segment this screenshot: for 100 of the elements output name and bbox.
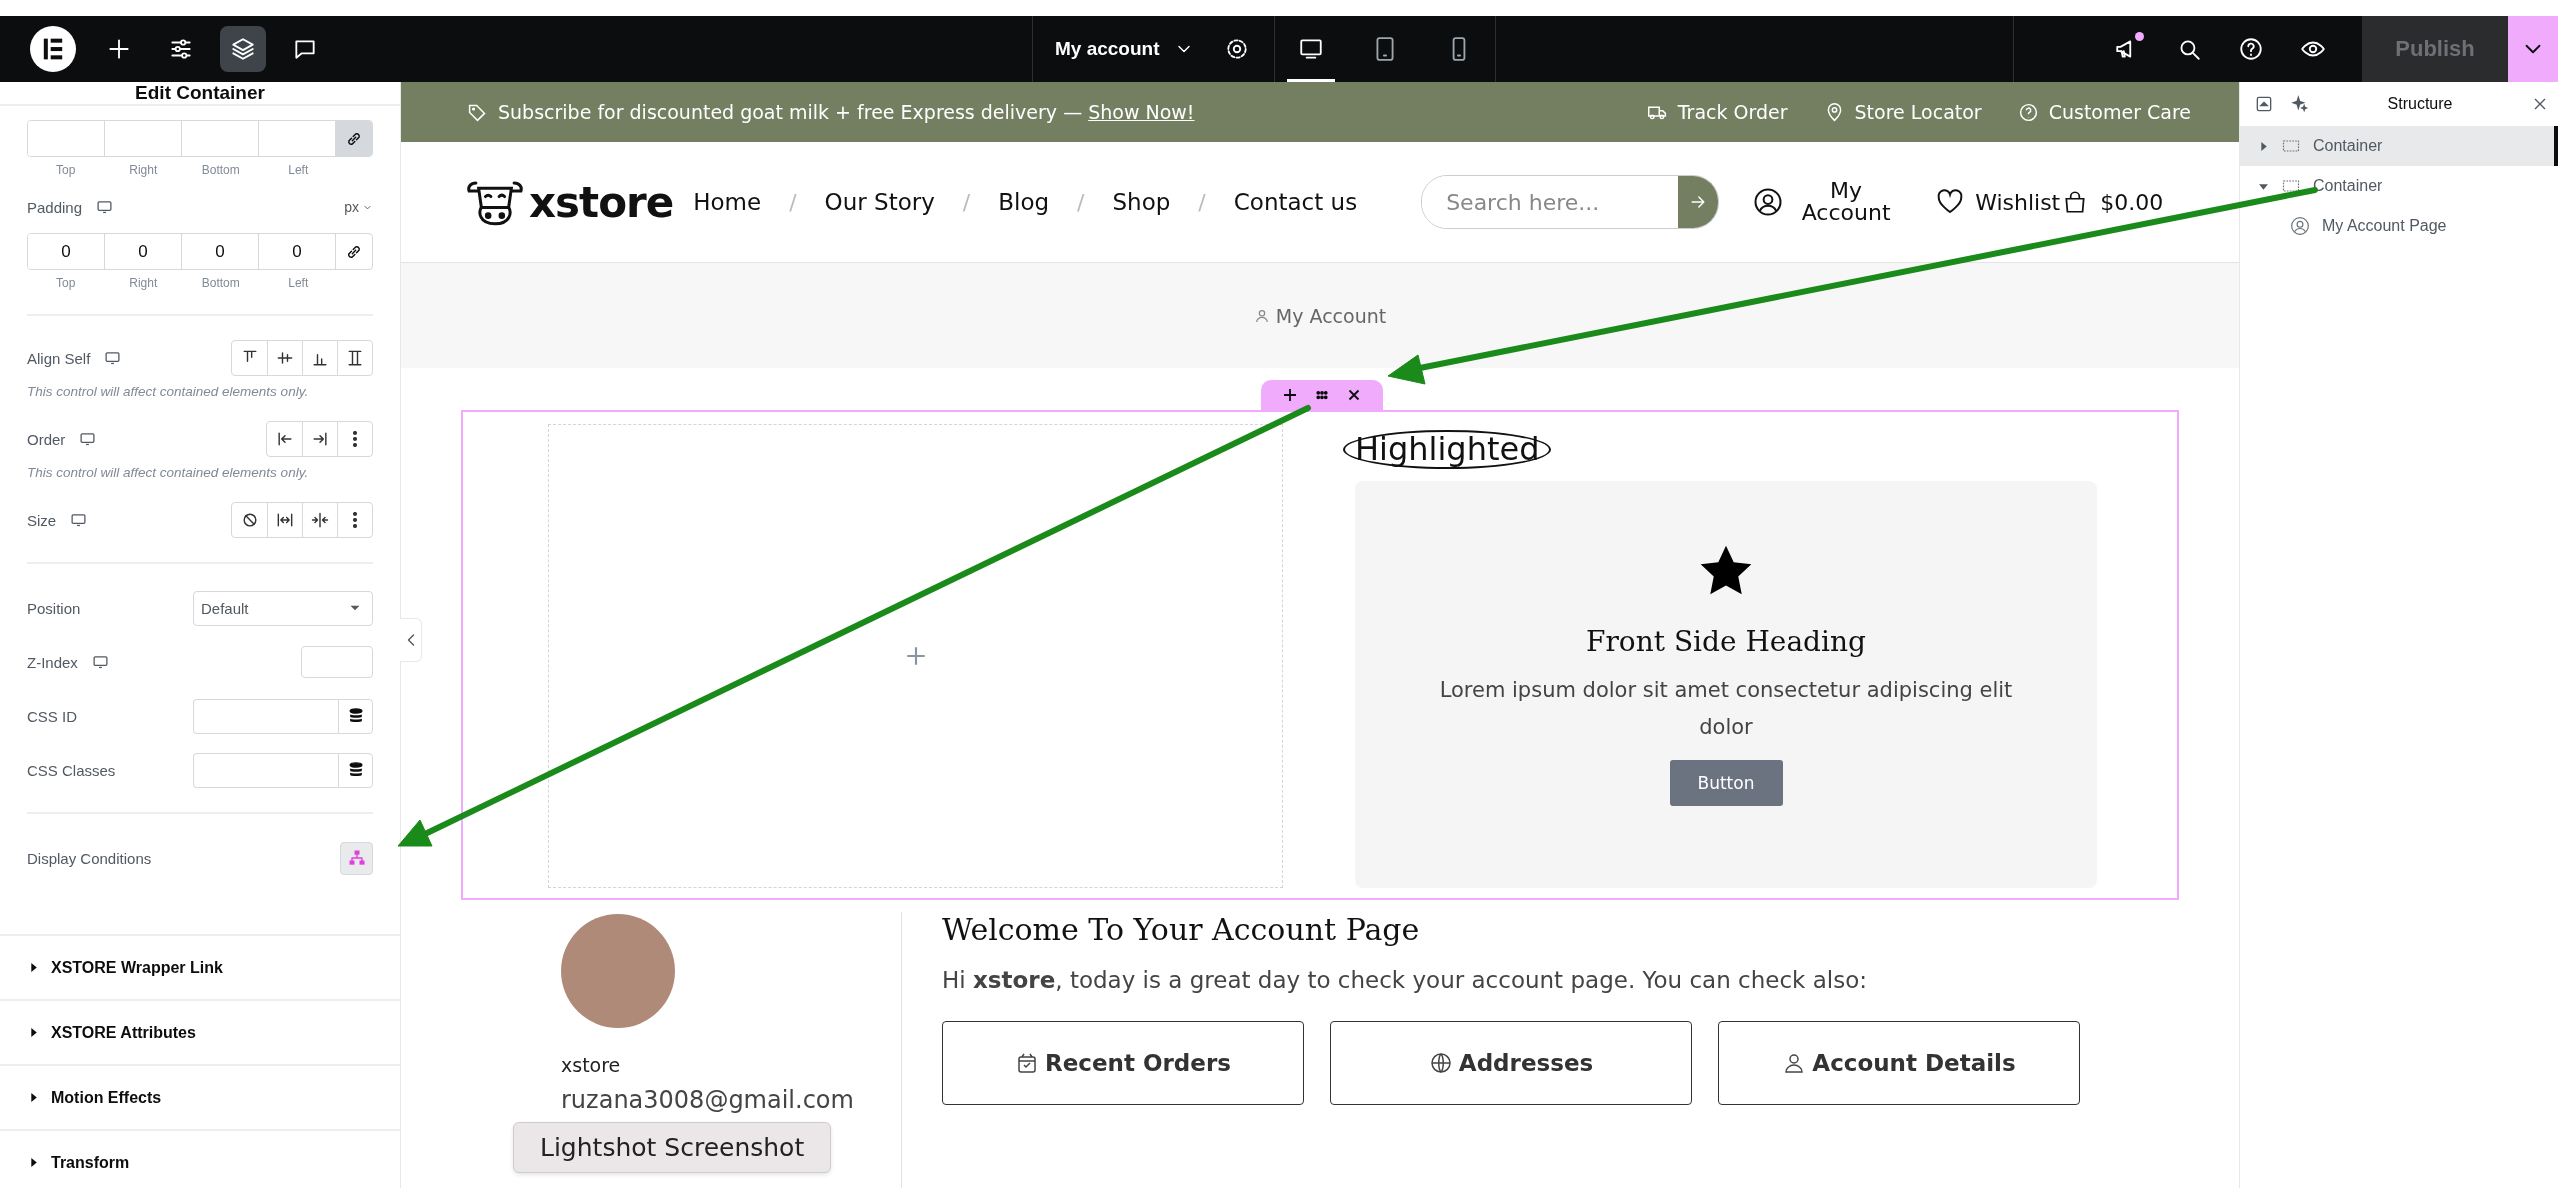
help-icon	[2238, 36, 2264, 62]
top-link[interactable]: Track Order	[1646, 101, 1788, 123]
panel-title: Edit Container	[0, 82, 400, 106]
desktop-icon	[1297, 36, 1324, 62]
nav-link[interactable]: Our Story	[824, 189, 935, 215]
search-submit-icon[interactable]	[1678, 176, 1719, 228]
control-label: Order	[27, 430, 66, 448]
control-label: Align Self	[27, 349, 91, 367]
nav-link[interactable]: Contact us	[1233, 189, 1358, 215]
card-heading: Front Side Heading	[1586, 625, 1866, 659]
margin-input[interactable]	[28, 121, 105, 156]
side-label: Left	[287, 163, 310, 177]
desktop-icon[interactable]	[70, 511, 88, 529]
desktop-icon[interactable]	[96, 198, 114, 216]
side-label: Top	[55, 163, 77, 177]
sliders-icon	[168, 36, 194, 62]
account-link-button[interactable]: Recent Orders	[942, 1021, 1304, 1105]
position-select[interactable]: Default	[193, 590, 373, 626]
control-label: Position	[27, 599, 81, 617]
nav-link[interactable]: Blog	[998, 189, 1050, 215]
triangle-icon	[28, 1157, 39, 1168]
control-note: This control will affect contained elements only.	[27, 465, 310, 480]
control-label: Padding	[27, 198, 83, 216]
desktop-icon[interactable]	[91, 653, 109, 671]
desktop-icon[interactable]	[104, 349, 122, 367]
collapse-panel-button[interactable]	[400, 618, 422, 662]
control-label: CSS Classes	[27, 761, 116, 779]
layers-button[interactable]	[220, 26, 266, 72]
show-now-link[interactable]: Show Now!	[1088, 101, 1195, 123]
selected-container[interactable]: Highlighted Front Side Heading Lorem ipsum dolor sit amet consectetur adipiscing elit dolor Button	[461, 410, 2179, 900]
display-conditions-button[interactable]	[340, 841, 373, 875]
side-label: Bottom	[200, 276, 241, 290]
link-values-button[interactable]	[336, 121, 372, 156]
section-header[interactable]: XSTORE Attributes	[0, 999, 400, 1064]
text-input[interactable]	[193, 698, 338, 734]
unit-dropdown[interactable]: px	[344, 199, 373, 215]
section-header[interactable]: Motion Effects	[0, 1064, 400, 1129]
structure-item[interactable]: Container	[2240, 166, 2558, 206]
section-header[interactable]: Transform	[0, 1129, 400, 1188]
my-account-link[interactable]: My Account	[1791, 180, 1902, 224]
nav-link[interactable]: Shop	[1112, 189, 1171, 215]
dynamic-tags-icon[interactable]	[338, 698, 373, 734]
nav-separator: /	[1077, 189, 1085, 215]
more-icon	[353, 431, 357, 447]
control-note: This control will affect contained elements only.	[27, 384, 310, 399]
more-icon	[353, 512, 357, 528]
structure-title: Structure	[2386, 95, 2454, 113]
logo-text[interactable]: xstore	[529, 177, 674, 227]
text-input[interactable]	[193, 752, 338, 788]
welcome-heading: Welcome To Your Account Page	[942, 912, 1421, 947]
account-link-button[interactable]: Addresses	[1330, 1021, 1692, 1105]
side-label: Top	[55, 276, 77, 290]
wishlist-link[interactable]: Wishlist	[1975, 189, 2061, 215]
tooltip: Lightshot Screenshot	[513, 1122, 832, 1173]
username: xstore	[561, 1054, 622, 1076]
triangle-icon	[28, 962, 39, 973]
highlighted-text: Highlighted	[1343, 430, 1552, 470]
promo-text: Subscribe for discounted goat milk + free Express delivery — Show Now!	[498, 101, 1195, 123]
control-label: CSS ID	[27, 707, 77, 725]
desktop-icon[interactable]	[79, 430, 97, 448]
top-link[interactable]: Customer Care	[2017, 101, 2191, 123]
structure-item[interactable]: Container	[2240, 126, 2558, 166]
globe-icon	[1428, 1051, 1453, 1075]
user-icon[interactable]	[1753, 187, 1784, 217]
sparkle-icon[interactable]	[2290, 94, 2310, 114]
side-label: Bottom	[200, 163, 241, 177]
help-icon	[2017, 101, 2039, 123]
add-icon[interactable]	[1281, 386, 1299, 404]
structure-item[interactable]: My Account Page	[2240, 206, 2558, 246]
greeting-text: Hi xstore, today is a great day to check your account page. You can check also:	[942, 967, 1869, 993]
z-index-input[interactable]	[301, 646, 373, 678]
account-link-button[interactable]: Account Details	[1718, 1021, 2080, 1105]
search-field[interactable]: Search here...	[1421, 175, 1720, 229]
nav-separator: /	[1198, 189, 1206, 215]
page-title-dropdown[interactable]: My account	[1033, 16, 1214, 82]
control-label: Display Conditions	[27, 849, 152, 867]
card-button[interactable]: Button	[1669, 759, 1783, 806]
user-circle-icon	[2290, 216, 2310, 236]
triangle-icon	[28, 1027, 39, 1038]
side-label: Left	[287, 276, 310, 290]
nav-separator: /	[962, 189, 971, 215]
collapse-icon[interactable]	[2254, 94, 2274, 114]
control-label: Z-Index	[27, 653, 78, 671]
padding-input[interactable]: 0	[28, 234, 105, 269]
top-link[interactable]: Store Locator	[1823, 101, 1982, 123]
section-header[interactable]: XSTORE Wrapper Link	[0, 934, 400, 999]
nav-link[interactable]: Home	[693, 189, 762, 215]
elementor-logo-icon[interactable]	[30, 26, 76, 72]
side-label: Right	[128, 163, 159, 177]
user-icon	[1253, 307, 1270, 324]
cart-total[interactable]: $0.00	[2100, 189, 2164, 215]
triangle-icon	[28, 1092, 39, 1103]
triangle-icon[interactable]	[2258, 140, 2269, 152]
side-label: Right	[128, 276, 159, 290]
breadcrumb-text[interactable]: My Account	[1275, 304, 1387, 327]
dynamic-tags-icon[interactable]	[338, 752, 373, 788]
layers-icon	[230, 36, 256, 62]
nav-separator: /	[789, 189, 797, 215]
shrink-icon	[310, 510, 330, 530]
card-text: Lorem ipsum dolor sit amet consectetur adipiscing elit dolor	[1438, 677, 2014, 741]
